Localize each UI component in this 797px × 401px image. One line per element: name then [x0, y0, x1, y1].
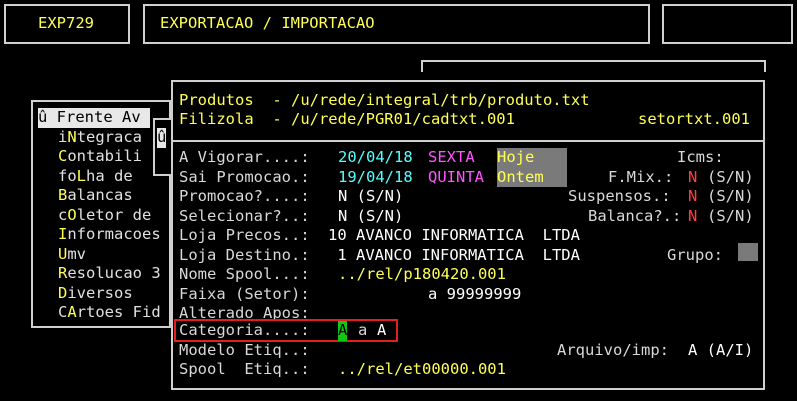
menu-item-integracao[interactable]: iNtegraca — [58, 128, 142, 148]
menu-item-coletor[interactable]: cOletor de — [58, 206, 151, 226]
loja-precos-value[interactable]: 10 AVANCO INFORMATICA LTDA — [328, 226, 580, 246]
arquivo-imp-label: Arquivo/imp: — [557, 340, 669, 359]
menu-item-contabil[interactable]: Contabili — [58, 147, 142, 167]
categoria-to-field[interactable]: A — [377, 321, 386, 341]
menu-item-folha[interactable]: foLha de — [58, 167, 133, 187]
suspensos-options: (S/N) — [707, 187, 754, 205]
sai-promocao-day: QUINTA — [428, 167, 484, 186]
menu-item-resolucao[interactable]: Resolucao 3 — [58, 264, 161, 284]
selecionar-value[interactable]: N (S/N) — [338, 207, 403, 227]
a-vigorar-hint: Hoje — [497, 148, 567, 168]
icms-label: Icms: — [677, 148, 724, 166]
spool-etiq-value[interactable]: ../rel/et00000.001 — [338, 360, 506, 380]
menu-item-umv[interactable]: Umv — [58, 245, 86, 265]
loja-precos-label: Loja Precos..: — [179, 226, 310, 244]
menu-item-informacoes[interactable]: Informacoes — [58, 225, 161, 245]
program-code: EXP729 — [38, 14, 94, 32]
a-vigorar-day: SEXTA — [428, 148, 475, 166]
balanca-options: (S/N) — [707, 206, 754, 225]
nome-spool-value[interactable]: ../rel/p180420.001 — [338, 265, 506, 285]
suspensos-label: Suspensos.: — [568, 187, 671, 205]
arquivo-imp-value[interactable]: A (A/I) — [688, 341, 753, 361]
balanca-value[interactable]: N — [688, 207, 697, 227]
loja-destino-label: Loja Destino.: — [179, 245, 310, 264]
sai-promocao-date[interactable]: 19/04/18 — [338, 168, 413, 188]
fmix-options: (S/N) — [707, 167, 754, 186]
modelo-etiq-label: Modelo Etiq..: — [179, 340, 310, 359]
promocao-label: Promocao?....: — [179, 187, 310, 205]
nome-spool-label: Nome Spool...: — [179, 265, 310, 283]
path-setor: setortxt.001 — [638, 110, 750, 128]
a-vigorar-date[interactable]: 20/04/18 — [338, 148, 413, 168]
fmix-value[interactable]: N — [688, 168, 697, 188]
menu-item-cartoes[interactable]: CArtoes Fid — [58, 303, 161, 323]
selecionar-label: Selecionar?..: — [179, 206, 310, 225]
suspensos-value[interactable]: N — [688, 187, 697, 207]
faixa-value[interactable]: a 99999999 — [428, 285, 521, 305]
menu-item-balancas[interactable]: Balancas — [58, 186, 133, 206]
menu-item-diversos[interactable]: Diversos — [58, 284, 133, 304]
spool-etiq-label: Spool Etiq..: — [179, 360, 310, 378]
header-right-box — [662, 4, 793, 44]
categoria-separator: a — [358, 321, 368, 339]
background-frame — [421, 60, 766, 72]
loja-destino-value[interactable]: 1 AVANCO INFORMATICA LTDA — [328, 246, 580, 266]
path-filizola: Filizola - /u/rede/PGR01/cadtxt.001 — [179, 110, 515, 128]
a-vigorar-label: A Vigorar....: — [179, 148, 310, 166]
promocao-value[interactable]: N (S/N) — [338, 187, 403, 207]
faixa-label: Faixa (Setor): — [179, 284, 310, 303]
categoria-label: Categoria....: — [179, 321, 310, 339]
menu-item-frente[interactable]: û Frente Av — [38, 108, 150, 128]
categoria-from-field[interactable]: A — [338, 321, 348, 341]
balanca-label: Balanca?.: — [588, 206, 682, 225]
grupo-field[interactable] — [738, 243, 758, 261]
page-title: EXPORTACAO / IMPORTACAO — [160, 14, 375, 32]
sai-promocao-hint: Ontem — [497, 167, 567, 187]
fmix-label: F.Mix.: — [608, 167, 674, 186]
path-produtos: Produtos - /u/rede/integral/trb/produto.… — [179, 91, 590, 109]
dialog-divider — [171, 140, 765, 142]
submenu-marker: û — [157, 128, 167, 148]
sai-promocao-label: Sai Promocao.: — [179, 167, 310, 186]
grupo-label: Grupo: — [667, 245, 723, 264]
